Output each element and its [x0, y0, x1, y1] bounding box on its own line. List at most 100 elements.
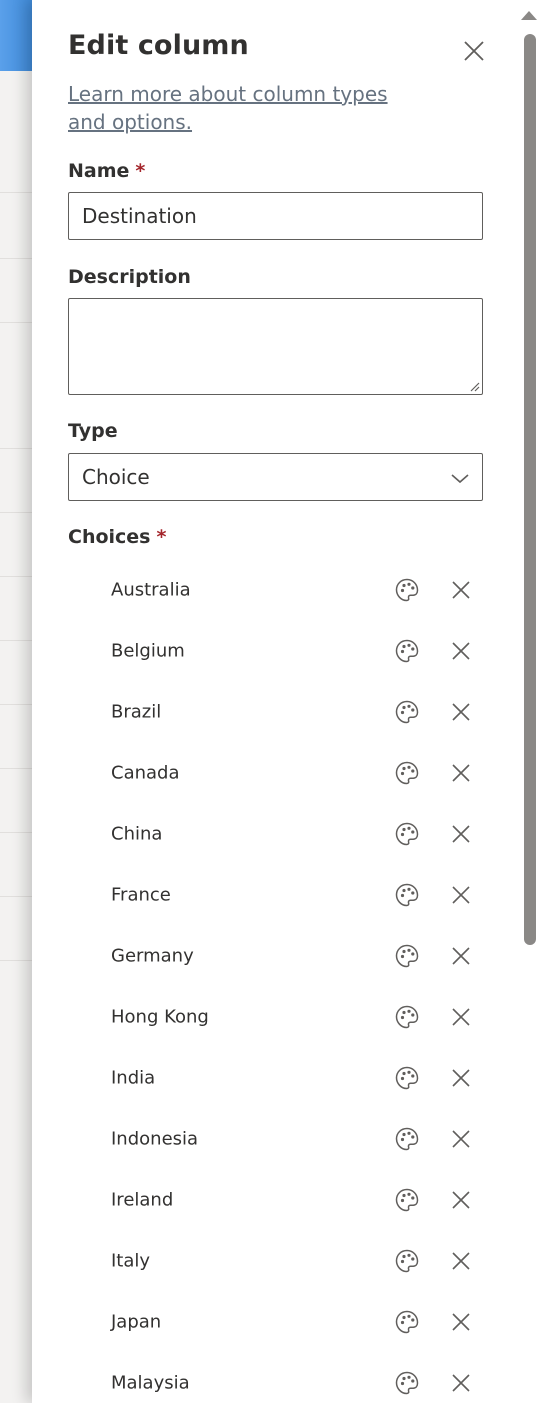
choice-label: Indonesia [111, 1128, 199, 1149]
palette-icon [395, 944, 419, 967]
remove-choice-button[interactable] [446, 941, 476, 971]
remove-choice-icon [452, 641, 470, 660]
remove-choice-button[interactable] [446, 758, 476, 788]
learn-more-link[interactable]: Learn more about column types and option… [68, 80, 428, 136]
choice-item[interactable]: Hong Kong [68, 986, 483, 1047]
required-marker: * [156, 526, 167, 548]
background-divider [0, 322, 34, 323]
choice-label: Belgium [111, 640, 185, 661]
remove-choice-button[interactable] [446, 1185, 476, 1215]
resize-grip-icon[interactable] [468, 380, 480, 392]
remove-choice-button[interactable] [446, 1124, 476, 1154]
remove-choice-button[interactable] [446, 636, 476, 666]
choice-color-button[interactable] [392, 880, 422, 910]
close-button[interactable] [458, 35, 490, 67]
palette-icon [395, 1127, 419, 1150]
name-label: Name * [68, 160, 145, 182]
remove-choice-button[interactable] [446, 697, 476, 727]
description-label: Description [68, 266, 191, 288]
choice-color-button[interactable] [392, 758, 422, 788]
background-divider [0, 448, 34, 449]
remove-choice-icon [452, 580, 470, 599]
choice-item[interactable]: Ireland [68, 1169, 483, 1230]
choice-label: Malaysia [111, 1372, 190, 1393]
remove-choice-icon [452, 763, 470, 782]
choices-label: Choices * [68, 526, 166, 548]
choice-item[interactable]: Australia [68, 559, 483, 620]
background-divider [0, 832, 34, 833]
description-textarea[interactable] [68, 298, 483, 395]
choice-item[interactable]: Malaysia [68, 1352, 483, 1403]
type-dropdown-value: Choice [82, 465, 150, 489]
remove-choice-icon [452, 1068, 470, 1087]
choice-color-button[interactable] [392, 1246, 422, 1276]
palette-icon [395, 761, 419, 784]
background-header-accent [0, 0, 34, 71]
palette-icon [395, 822, 419, 845]
choice-item[interactable]: India [68, 1047, 483, 1108]
choice-color-button[interactable] [392, 1124, 422, 1154]
remove-choice-button[interactable] [446, 880, 476, 910]
choice-label: Australia [111, 579, 191, 600]
choice-item[interactable]: China [68, 803, 483, 864]
background-divider [0, 640, 34, 641]
remove-choice-icon [452, 885, 470, 904]
choice-item[interactable]: Germany [68, 925, 483, 986]
choice-label: Canada [111, 762, 180, 783]
choice-item[interactable]: France [68, 864, 483, 925]
name-label-text: Name [68, 160, 130, 182]
choice-label: China [111, 823, 163, 844]
type-label: Type [68, 420, 118, 442]
choice-color-button[interactable] [392, 697, 422, 727]
choice-label: France [111, 884, 171, 905]
choice-item[interactable]: Belgium [68, 620, 483, 681]
choice-item[interactable]: Italy [68, 1230, 483, 1291]
palette-icon [395, 883, 419, 906]
background-divider [0, 896, 34, 897]
choice-color-button[interactable] [392, 941, 422, 971]
remove-choice-button[interactable] [446, 1246, 476, 1276]
choice-color-button[interactable] [392, 1185, 422, 1215]
background-divider [0, 704, 34, 705]
choice-label: Hong Kong [111, 1006, 209, 1027]
choice-color-button[interactable] [392, 1063, 422, 1093]
palette-icon [395, 1188, 419, 1211]
background-divider [0, 576, 34, 577]
type-dropdown[interactable]: Choice [68, 453, 483, 501]
choice-color-button[interactable] [392, 636, 422, 666]
name-input[interactable]: Destination [68, 192, 483, 240]
chevron-down-icon [451, 474, 469, 484]
choice-color-button[interactable] [392, 575, 422, 605]
close-icon [464, 41, 484, 61]
palette-icon [395, 1310, 419, 1333]
choice-color-button[interactable] [392, 1307, 422, 1337]
choice-label: Japan [111, 1311, 162, 1332]
remove-choice-button[interactable] [446, 1063, 476, 1093]
choice-item[interactable]: Indonesia [68, 1108, 483, 1169]
choice-color-button[interactable] [392, 1002, 422, 1032]
remove-choice-button[interactable] [446, 1002, 476, 1032]
palette-icon [395, 1249, 419, 1272]
remove-choice-button[interactable] [446, 575, 476, 605]
remove-choice-icon [452, 1007, 470, 1026]
remove-choice-icon [452, 1129, 470, 1148]
panel-title: Edit column [68, 30, 249, 61]
scrollbar-thumb[interactable] [524, 34, 536, 945]
palette-icon [395, 1371, 419, 1394]
choice-item[interactable]: Canada [68, 742, 483, 803]
palette-icon [395, 578, 419, 601]
required-marker: * [135, 160, 146, 182]
remove-choice-button[interactable] [446, 1368, 476, 1398]
choice-label: Ireland [111, 1189, 174, 1210]
remove-choice-button[interactable] [446, 819, 476, 849]
choice-label: Brazil [111, 701, 162, 722]
choice-color-button[interactable] [392, 819, 422, 849]
remove-choice-button[interactable] [446, 1307, 476, 1337]
remove-choice-icon [452, 702, 470, 721]
choice-color-button[interactable] [392, 1368, 422, 1398]
background-divider [0, 960, 34, 961]
choice-item[interactable]: Brazil [68, 681, 483, 742]
scroll-up-arrow-icon[interactable] [521, 11, 537, 20]
choice-item[interactable]: Japan [68, 1291, 483, 1352]
palette-icon [395, 1066, 419, 1089]
